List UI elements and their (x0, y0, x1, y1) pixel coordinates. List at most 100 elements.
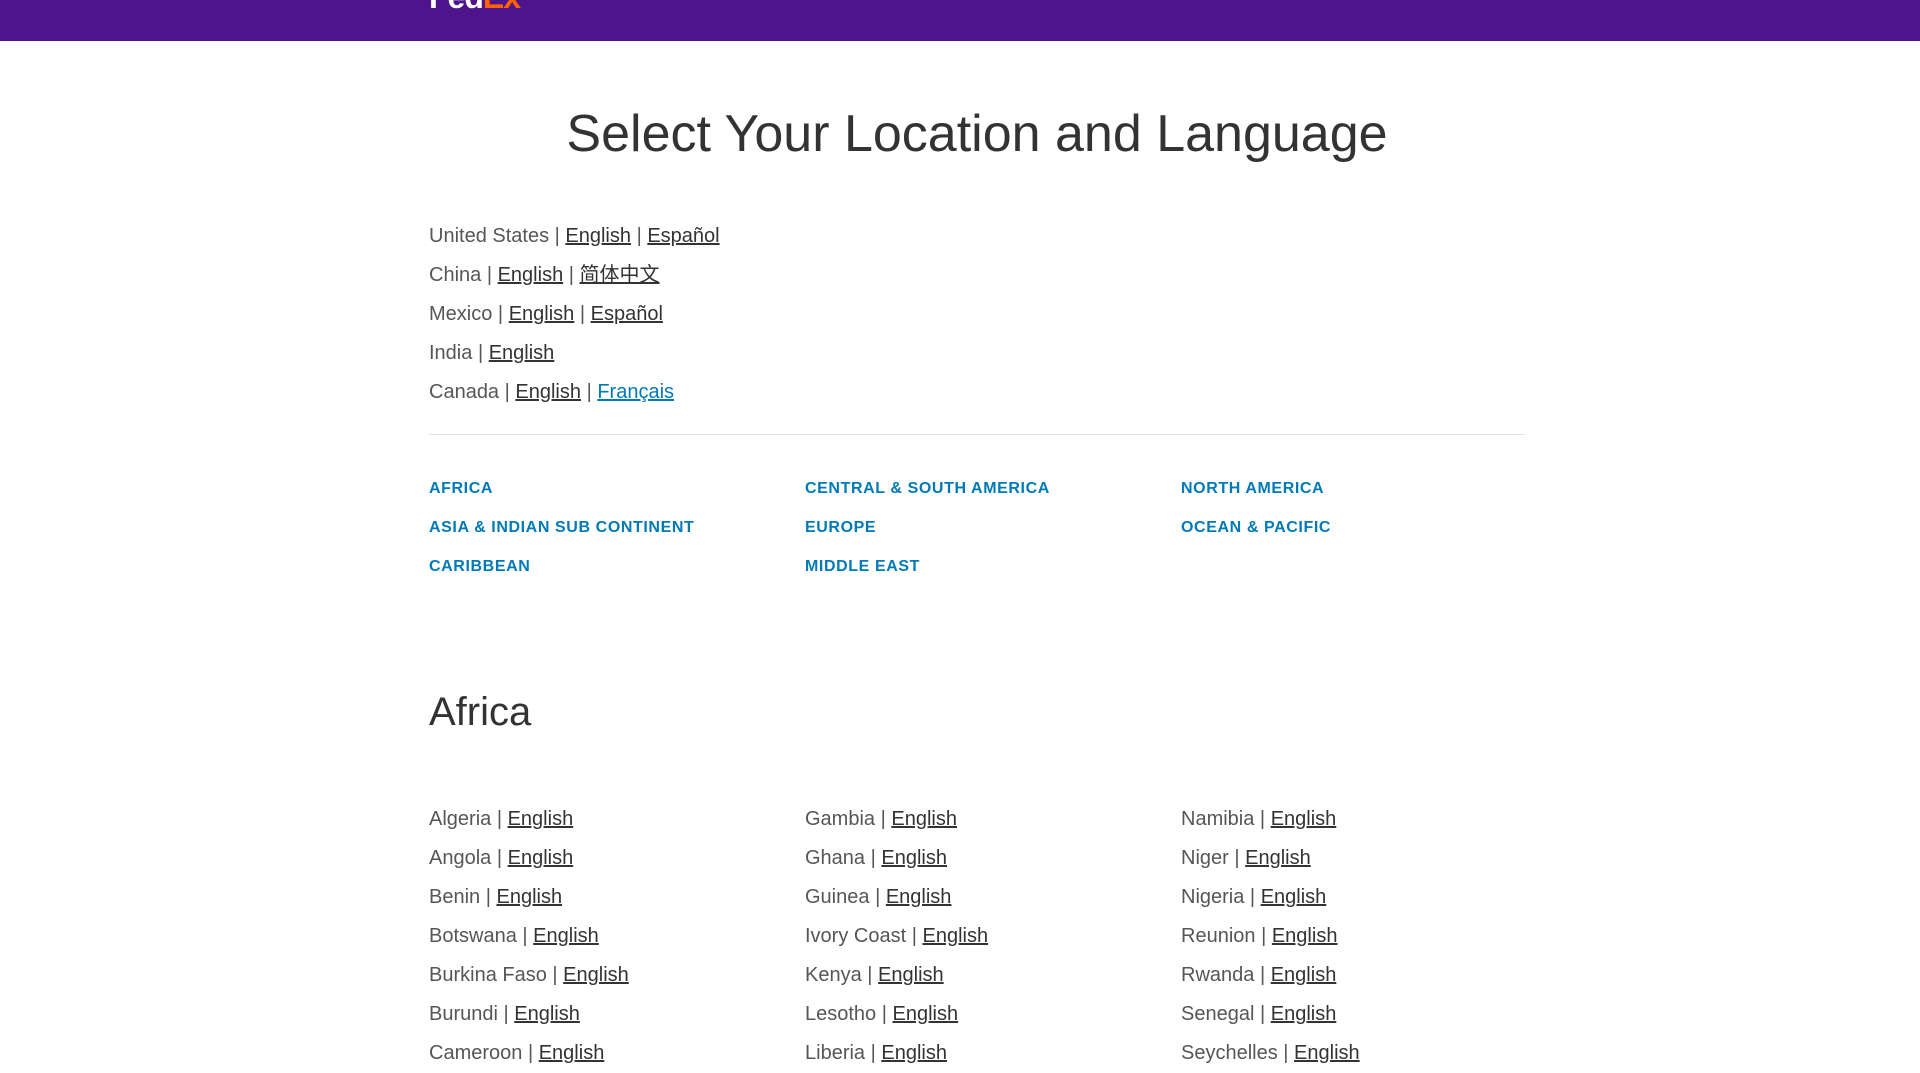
separator: | (496, 808, 503, 830)
separator: | (870, 847, 876, 869)
region-link-asia-indian-sub-continent[interactable]: Asia & Indian Sub Continent (429, 508, 805, 547)
country-name: Ivory Coast (805, 925, 907, 947)
separator: | (527, 1042, 534, 1064)
language-link-english[interactable]: English (1245, 847, 1311, 869)
country-name: Cameroon (429, 1042, 523, 1064)
country-row: Ghana | English (805, 839, 1181, 878)
country-row: Namibia | English (1181, 800, 1525, 839)
country-row: Botswana | English (429, 917, 805, 956)
country-row: Burkina Faso | English (429, 956, 805, 995)
region-section-title: Africa (429, 690, 532, 734)
language-link-chinese[interactable]: 简体中文 (580, 264, 660, 286)
top-navigation-bar: FedEx (0, 0, 1920, 41)
language-link-english[interactable]: English (1272, 925, 1338, 947)
language-link-english[interactable]: English (515, 381, 581, 403)
language-link-english[interactable]: English (509, 303, 575, 325)
country-name: Mexico (429, 303, 493, 325)
language-link-english[interactable]: English (563, 964, 629, 986)
separator: | (867, 964, 873, 986)
country-row: Seychelles | English (1181, 1034, 1525, 1073)
language-link-english[interactable]: English (878, 964, 944, 986)
language-link-english[interactable]: English (533, 925, 599, 947)
region-link-africa[interactable]: Africa (429, 469, 805, 508)
region-link-ocean-pacific[interactable]: Ocean & Pacific (1181, 508, 1525, 547)
country-name: Namibia (1181, 808, 1255, 830)
language-link-english[interactable]: English (508, 808, 574, 830)
country-column: Gambia | English Ghana | English Guinea … (805, 800, 1181, 1073)
language-link-francais[interactable]: Français (597, 381, 674, 403)
separator: | (1249, 886, 1256, 908)
location-row-united-states: United States | English | Español (429, 217, 1525, 256)
language-link-english[interactable]: English (886, 886, 952, 908)
separator: | (875, 886, 881, 908)
country-row: Kenya | English (805, 956, 1181, 995)
separator: | (911, 925, 917, 947)
language-link-english[interactable]: English (514, 1003, 580, 1025)
featured-locations: United States | English | Español China … (429, 217, 1525, 412)
country-name: Botswana (429, 925, 517, 947)
language-link-english[interactable]: English (881, 1042, 947, 1064)
country-name: Senegal (1181, 1003, 1255, 1025)
country-name: Rwanda (1181, 964, 1255, 986)
country-row: Guinea | English (805, 878, 1181, 917)
separator: | (568, 264, 574, 286)
language-link-english[interactable]: English (496, 886, 562, 908)
language-link-english[interactable]: English (881, 847, 947, 869)
country-column: Algeria | English Angola | English Benin… (429, 800, 805, 1073)
separator: | (486, 264, 493, 286)
country-row: Benin | English (429, 878, 805, 917)
country-column: Namibia | English Niger | English Nigeri… (1181, 800, 1525, 1073)
location-row-canada: Canada | English | Français (429, 373, 1525, 412)
country-row: Burundi | English (429, 995, 805, 1034)
separator: | (870, 1042, 876, 1064)
region-link-middle-east[interactable]: Middle East (805, 547, 1181, 586)
language-link-english[interactable]: English (893, 1003, 959, 1025)
country-name: Angola (429, 847, 492, 869)
separator: | (554, 225, 560, 247)
section-divider (429, 434, 1525, 435)
language-link-english[interactable]: English (539, 1042, 605, 1064)
language-link-english[interactable]: English (891, 808, 957, 830)
language-link-english[interactable]: English (565, 225, 631, 247)
country-name: India (429, 342, 473, 364)
language-link-english[interactable]: English (1294, 1042, 1360, 1064)
separator: | (636, 225, 642, 247)
country-name: Seychelles (1181, 1042, 1278, 1064)
country-row: Algeria | English (429, 800, 805, 839)
country-name: Niger (1181, 847, 1229, 869)
region-link-europe[interactable]: Europe (805, 508, 1181, 547)
language-link-english[interactable]: English (1271, 808, 1337, 830)
separator: | (485, 886, 491, 908)
separator: | (881, 1003, 887, 1025)
country-name: Burundi (429, 1003, 498, 1025)
region-link-north-america[interactable]: North America (1181, 469, 1525, 508)
separator: | (1259, 964, 1266, 986)
language-link-english[interactable]: English (1271, 1003, 1337, 1025)
language-link-english[interactable]: English (498, 264, 564, 286)
separator: | (496, 847, 503, 869)
separator: | (880, 808, 886, 830)
region-link-caribbean[interactable]: Caribbean (429, 547, 805, 586)
region-link-central-south-america[interactable]: Central & South America (805, 469, 1181, 508)
country-name: Gambia (805, 808, 876, 830)
logo-text-fed: Fed (429, 0, 484, 12)
page-title: Select Your Location and Language (566, 105, 1388, 163)
separator: | (1261, 925, 1267, 947)
separator: | (1259, 1003, 1266, 1025)
country-row: Reunion | English (1181, 917, 1525, 956)
country-name: Nigeria (1181, 886, 1245, 908)
language-link-english[interactable]: English (922, 925, 988, 947)
country-list: Algeria | English Angola | English Benin… (429, 800, 1525, 1073)
language-link-english[interactable]: English (489, 342, 555, 364)
country-name: China (429, 264, 482, 286)
fedex-logo[interactable]: FedEx (429, 0, 539, 12)
language-link-english[interactable]: English (1271, 964, 1337, 986)
logo-text-ex: Ex (483, 0, 521, 12)
country-row: Rwanda | English (1181, 956, 1525, 995)
language-link-espanol[interactable]: Español (591, 303, 663, 325)
language-link-english[interactable]: English (508, 847, 574, 869)
language-link-english[interactable]: English (1261, 886, 1327, 908)
country-name: Lesotho (805, 1003, 877, 1025)
separator: | (1259, 808, 1266, 830)
language-link-espanol[interactable]: Español (647, 225, 719, 247)
